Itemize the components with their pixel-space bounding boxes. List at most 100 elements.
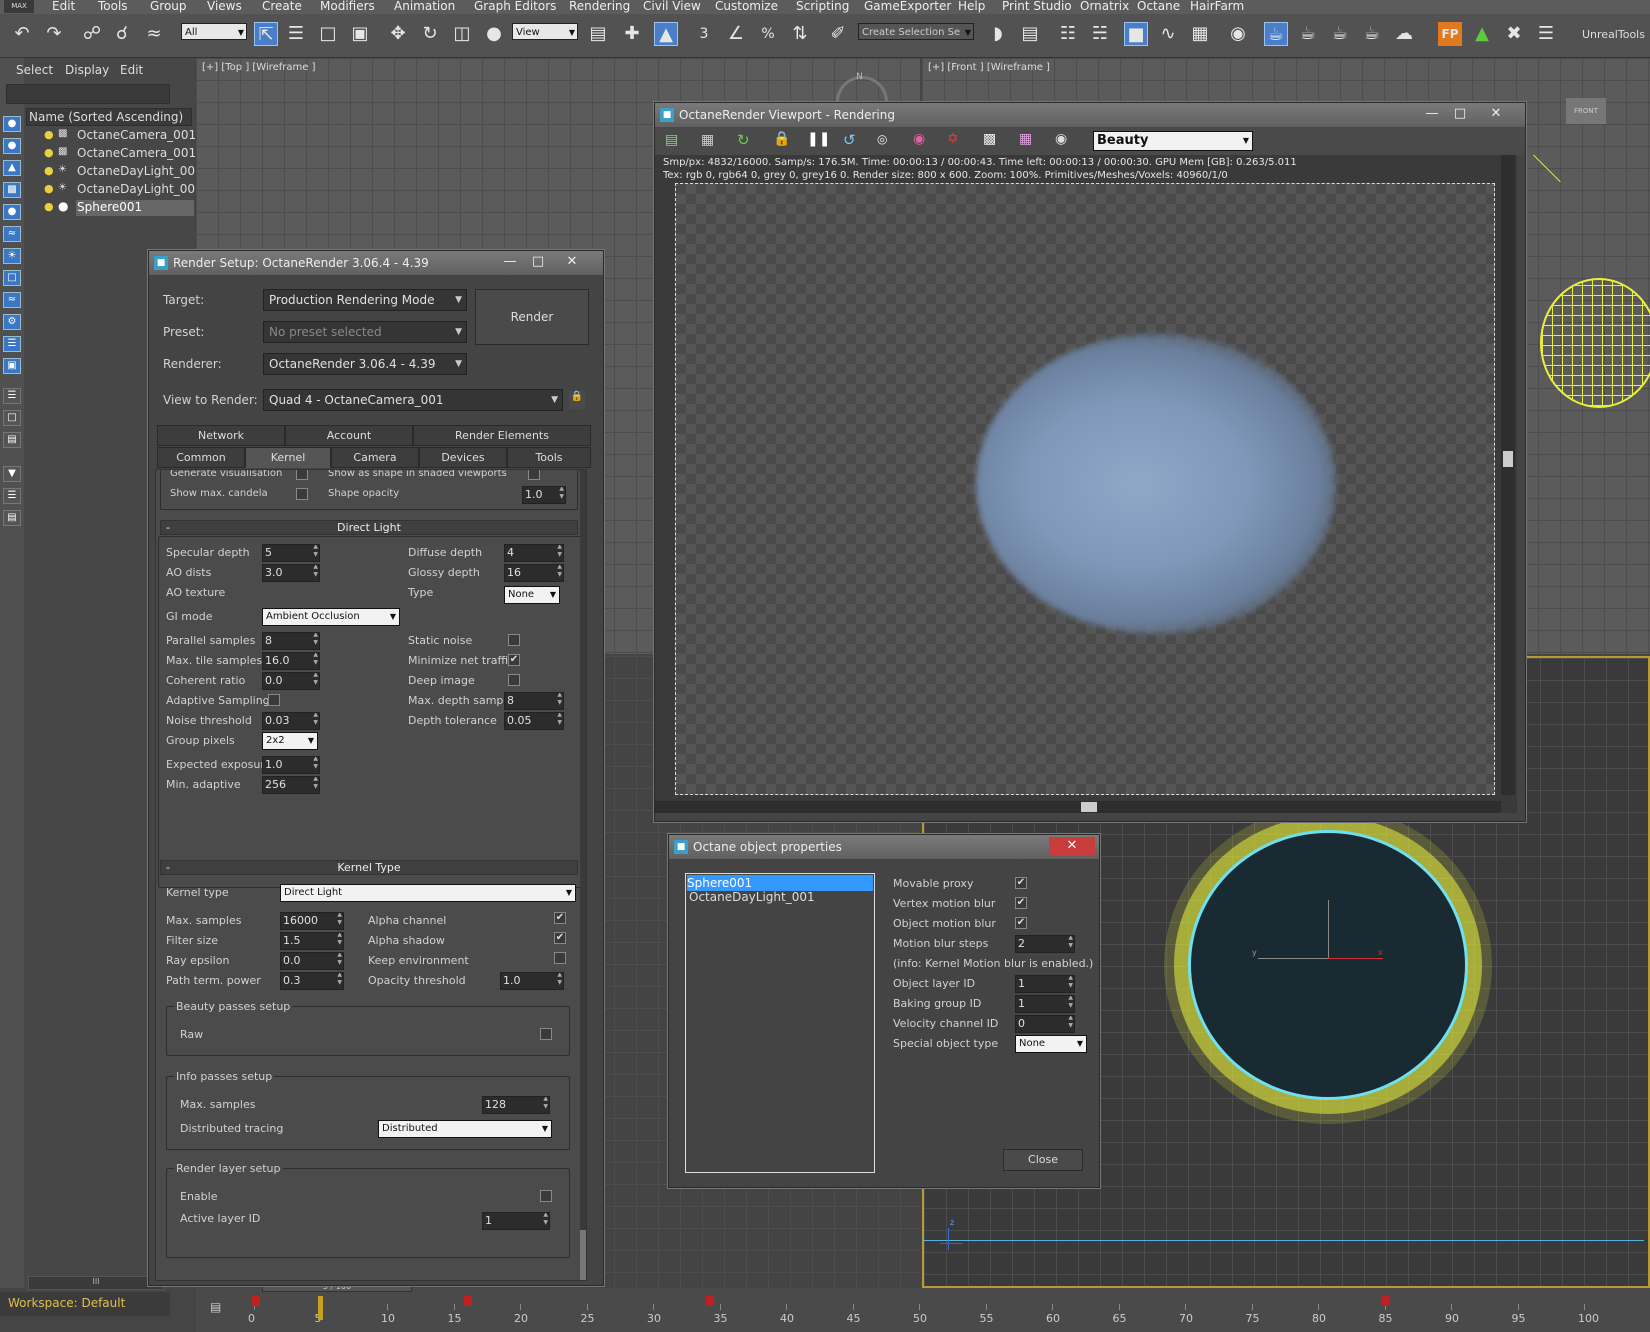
minimize-button[interactable]: — (1419, 105, 1445, 123)
filter-size-field[interactable]: 1.5 (280, 932, 344, 950)
scene-explorer-icon[interactable]: ☵ (1088, 22, 1112, 46)
menu-civil-view[interactable]: Civil View (643, 0, 701, 13)
time-cursor[interactable] (318, 1296, 323, 1320)
funnel-icon[interactable]: ▼ (3, 466, 21, 482)
menu-views[interactable]: Views (207, 0, 242, 13)
menu-animation[interactable]: Animation (394, 0, 455, 13)
direct-light-rollout-header[interactable]: - Direct Light (160, 520, 578, 535)
kernel-type-rollout-header[interactable]: - Kernel Type (160, 860, 578, 875)
minimize-button[interactable]: — (497, 253, 523, 271)
menu-edit-scene[interactable]: Edit (120, 58, 143, 82)
tab-common[interactable]: Common (157, 447, 245, 468)
keyboard-shortcut-icon[interactable]: ▲ (654, 22, 678, 46)
maximize-button[interactable]: □ (525, 253, 551, 271)
shapes-icon[interactable]: ≈ (3, 226, 21, 242)
bind-spacewarp-icon[interactable]: ≈ (142, 22, 166, 46)
gen-vis-checkbox[interactable] (296, 470, 308, 480)
motion-blur-steps-field[interactable]: 2 (1015, 935, 1075, 953)
path-term-power-field[interactable]: 0.3 (280, 972, 344, 990)
tab-devices[interactable]: Devices (419, 447, 507, 468)
movable-proxy-checkbox[interactable]: ✔ (1015, 877, 1027, 889)
select-by-name-icon[interactable]: ☰ (284, 22, 308, 46)
active-layer-id-field[interactable]: 1 (482, 1212, 550, 1230)
align-icon[interactable]: ▤ (1018, 22, 1042, 46)
min-adaptive-field[interactable]: 256 (262, 776, 320, 794)
scale-icon[interactable]: ◫ (450, 22, 474, 46)
tab-account[interactable]: Account (285, 425, 413, 446)
menu-group[interactable]: Group (150, 0, 187, 13)
scene-item[interactable]: OctaneCamera_001 (77, 128, 196, 144)
link-icon[interactable]: ☍ (80, 22, 104, 46)
menu-ornatrix[interactable]: Ornatrix (1080, 0, 1129, 13)
gi-mode-dropdown[interactable]: Ambient Occlusion (262, 608, 400, 626)
octane-viewport-titlebar[interactable]: ■ OctaneRender Viewport - Rendering (655, 103, 1525, 127)
collapse-toggle[interactable]: - (166, 861, 170, 874)
ao-dists-field[interactable]: 3.0 (262, 564, 320, 582)
close-button[interactable]: ✕ (1483, 105, 1509, 123)
parallel-samples-field[interactable]: 8 (262, 632, 320, 650)
tab-network[interactable]: Network (157, 425, 285, 446)
menu-edit[interactable]: Edit (52, 0, 75, 13)
close-button[interactable]: Close (1003, 1149, 1083, 1171)
spinner-snap-icon[interactable]: ⇅ (788, 22, 812, 46)
render-button[interactable]: Render (475, 289, 589, 345)
render-pass-dropdown[interactable]: Beauty (1093, 131, 1253, 151)
camera-sphere-object[interactable] (1188, 830, 1468, 1100)
lock-icon[interactable]: 🔒 (569, 391, 585, 409)
menu-modifiers[interactable]: Modifiers (320, 0, 375, 13)
move-icon[interactable]: ✥ (386, 22, 410, 46)
schematic-view-icon[interactable]: ▦ (1188, 22, 1212, 46)
snap-3d-icon[interactable]: 3 (692, 22, 716, 46)
menu-hairfarm[interactable]: HairFarm (1190, 0, 1244, 13)
material-editor-icon[interactable]: ◉ (1226, 22, 1250, 46)
name-column-header[interactable]: Name (Sorted Ascending) (26, 108, 192, 126)
target-dropdown[interactable]: Production Rendering Mode (263, 289, 467, 311)
camera-view-icon[interactable]: ◉ (1055, 131, 1067, 147)
type-dropdown[interactable]: None (504, 586, 560, 604)
front-sphere-wireframe[interactable] (1540, 278, 1650, 408)
angle-snap-icon[interactable]: ∠ (724, 22, 748, 46)
specular-depth-field[interactable]: 5 (262, 544, 320, 562)
pause-icon[interactable]: ❚❚ (807, 131, 830, 147)
color-picker-icon[interactable]: ◉ (913, 131, 925, 147)
layer-manager-icon[interactable]: ☷ (1056, 22, 1080, 46)
layers-icon[interactable]: ☰ (3, 336, 21, 352)
max-depth-samples-field[interactable]: 8 (504, 692, 564, 710)
keyframe-marker[interactable] (1382, 1296, 1390, 1306)
renderer-dropdown[interactable]: OctaneRender 3.06.4 - 4.39 (263, 353, 467, 375)
rendered-frame-icon[interactable]: ☕ (1296, 22, 1320, 46)
object-list-item[interactable]: OctaneDayLight_001 (689, 889, 815, 905)
opacity-threshold-field[interactable]: 1.0 (500, 972, 564, 990)
select-object-icon[interactable]: ⇱ (254, 22, 278, 46)
vertex-motion-blur-checkbox[interactable]: ✔ (1015, 897, 1027, 909)
app-logo[interactable]: MAX (4, 0, 34, 13)
tab-render-elements[interactable]: Render Elements (413, 425, 591, 446)
lightbulb-icon[interactable]: ● (44, 200, 54, 213)
tab-kernel[interactable]: Kernel (245, 447, 331, 468)
top-viewport-label[interactable]: [+] [Top ] [Wireframe ] (202, 62, 316, 73)
show-max-candela-checkbox[interactable] (296, 488, 308, 500)
object-properties-titlebar[interactable]: ■ Octane object properties (669, 835, 1099, 859)
scene-item[interactable]: OctaneDayLight_00 (77, 164, 195, 180)
workspace-selector[interactable]: Workspace: Default (0, 1292, 170, 1316)
menu-gameexporter[interactable]: GameExporter (864, 0, 951, 13)
redo-icon[interactable]: ↷ (42, 22, 66, 46)
rotate-icon[interactable]: ↻ (418, 22, 442, 46)
helpers-icon[interactable]: □ (3, 270, 21, 286)
object-layer-id-field[interactable]: 1 (1015, 975, 1075, 993)
unreal-tools-label[interactable]: UnrealTools (1582, 28, 1645, 41)
lightbulb-icon[interactable]: ● (44, 128, 56, 141)
ray-epsilon-field[interactable]: 0.0 (280, 952, 344, 970)
lights-icon[interactable]: ☀ (3, 248, 21, 264)
scene-item-selected[interactable]: Sphere001 (77, 200, 142, 216)
display-icon[interactable]: ▩ (983, 131, 996, 147)
alpha-shadow-checkbox[interactable]: ✔ (554, 932, 566, 944)
velocity-channel-id-field[interactable]: 0 (1015, 1015, 1075, 1033)
info-max-samples-field[interactable]: 128 (482, 1096, 550, 1114)
lightbulb-icon[interactable]: ● (44, 146, 54, 159)
timeline[interactable] (196, 1288, 1650, 1332)
scene-scrollbar[interactable]: III (28, 1276, 164, 1290)
keep-environment-checkbox[interactable] (554, 952, 566, 964)
tree-icon[interactable]: ☰ (3, 488, 21, 504)
alpha-channel-checkbox[interactable]: ✔ (554, 912, 566, 924)
